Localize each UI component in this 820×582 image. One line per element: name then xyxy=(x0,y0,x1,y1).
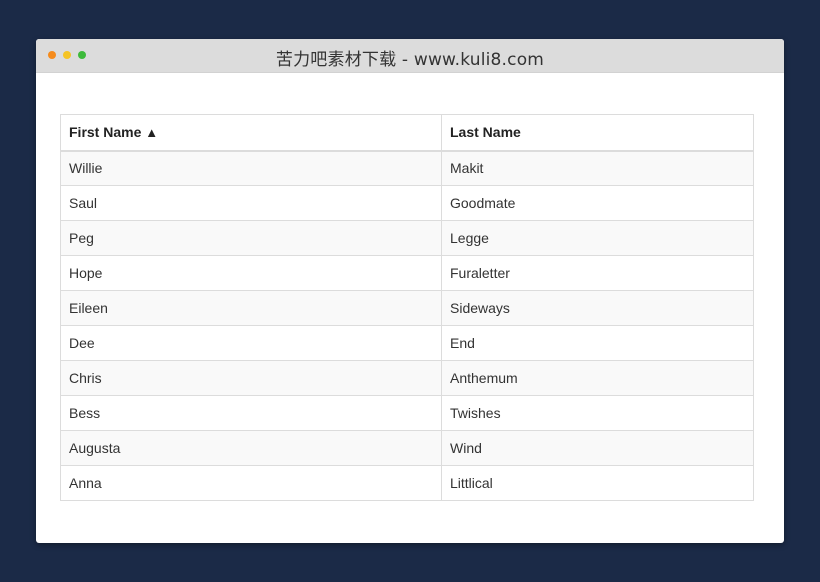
first-name-cell: Dee xyxy=(60,325,442,361)
first-name-cell: Hope xyxy=(60,255,442,291)
table-row: Dee End xyxy=(60,325,754,361)
table-row: Bess Twishes xyxy=(60,395,754,431)
table-row: Chris Anthemum xyxy=(60,360,754,396)
table-row: Augusta Wind xyxy=(60,430,754,466)
names-table: First Name ▲ Last Name Willie Makit Saul… xyxy=(60,114,754,501)
first-name-cell: Saul xyxy=(60,185,442,221)
last-name-cell: Littlical xyxy=(441,465,754,501)
table-row: Anna Littlical xyxy=(60,465,754,501)
last-name-cell: Sideways xyxy=(441,290,754,326)
first-name-cell: Chris xyxy=(60,360,442,396)
last-name-cell: Anthemum xyxy=(441,360,754,396)
first-name-cell: Augusta xyxy=(60,430,442,466)
table-row: Saul Goodmate xyxy=(60,185,754,221)
last-name-cell: Twishes xyxy=(441,395,754,431)
last-name-cell: Furaletter xyxy=(441,255,754,291)
first-name-cell: Willie xyxy=(60,150,442,186)
last-name-cell: Makit xyxy=(441,150,754,186)
last-name-cell: Goodmate xyxy=(441,185,754,221)
last-name-cell: End xyxy=(441,325,754,361)
first-name-cell: Anna xyxy=(60,465,442,501)
sort-ascending-icon: ▲ xyxy=(145,125,159,141)
last-name-cell: Wind xyxy=(441,430,754,466)
table-row: Willie Makit xyxy=(60,150,754,186)
table-row: Hope Furaletter xyxy=(60,255,754,291)
window-titlebar: 苦力吧素材下载 - www.kuli8.com xyxy=(36,39,784,73)
table-row: Eileen Sideways xyxy=(60,290,754,326)
first-name-cell: Peg xyxy=(60,220,442,256)
window-title: 苦力吧素材下载 - www.kuli8.com xyxy=(275,50,545,70)
column-header-first-name[interactable]: First Name ▲ xyxy=(60,114,442,152)
last-name-cell: Legge xyxy=(441,220,754,256)
table-row: Peg Legge xyxy=(60,220,754,256)
column-header-label: Last Name xyxy=(450,124,521,141)
table-container: First Name ▲ Last Name Willie Makit Saul… xyxy=(60,114,754,501)
first-name-cell: Bess xyxy=(60,395,442,431)
column-header-label: First Name xyxy=(69,124,142,141)
column-header-last-name[interactable]: Last Name xyxy=(441,114,754,152)
first-name-cell: Eileen xyxy=(60,290,442,326)
browser-window: 苦力吧素材下载 - www.kuli8.com First Name ▲ Las… xyxy=(36,39,784,543)
table-header-row: First Name ▲ Last Name xyxy=(60,114,754,152)
